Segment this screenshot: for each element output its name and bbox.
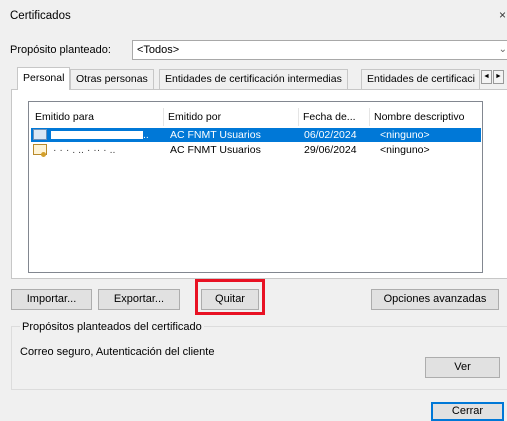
close-button[interactable]: Cerrar bbox=[431, 402, 504, 421]
column-header-friendly-name[interactable]: Nombre descriptivo bbox=[370, 108, 481, 126]
tab-personal[interactable]: Personal bbox=[17, 67, 71, 90]
table-row[interactable]: .. AC FNMT Usuarios 06/02/2024 <ninguno> bbox=[31, 128, 481, 142]
table-row[interactable]: · · · . .. · ·· · .. AC FNMT Usuarios 29… bbox=[31, 143, 481, 157]
certificate-list[interactable] bbox=[28, 101, 483, 273]
cell-date: 29/06/2024 bbox=[304, 144, 357, 156]
cell-friendly-name: <ninguno> bbox=[380, 144, 430, 156]
tab-otras-personas[interactable]: Otras personas bbox=[70, 69, 154, 89]
cell-friendly-name: <ninguno> bbox=[380, 129, 430, 141]
purpose-select-value: <Todos> bbox=[137, 44, 180, 56]
cell-issued-to: .. bbox=[143, 129, 149, 141]
export-button[interactable]: Exportar... bbox=[98, 289, 180, 310]
certificate-seal-icon bbox=[41, 152, 46, 157]
tab-scroll-right-icon[interactable]: ► bbox=[493, 70, 504, 84]
tab-entidades-intermedias[interactable]: Entidades de certificación intermedias bbox=[159, 69, 348, 89]
cell-issued-by: AC FNMT Usuarios bbox=[170, 144, 261, 156]
tab-scroll-left-icon[interactable]: ◄ bbox=[481, 70, 492, 84]
cell-date: 06/02/2024 bbox=[304, 129, 357, 141]
purpose-label: Propósito planteado: bbox=[10, 44, 111, 56]
close-icon[interactable]: × bbox=[499, 8, 506, 22]
highlight-box bbox=[195, 279, 265, 315]
window-title: Certificados bbox=[10, 10, 71, 22]
column-header-date[interactable]: Fecha de... bbox=[299, 108, 370, 126]
cell-issued-by: AC FNMT Usuarios bbox=[170, 129, 261, 141]
redacted-block bbox=[51, 131, 143, 139]
import-button[interactable]: Importar... bbox=[11, 289, 92, 310]
advanced-options-button[interactable]: Opciones avanzadas bbox=[371, 289, 499, 310]
column-header-issued-to[interactable]: Emitido para bbox=[31, 108, 164, 126]
purposes-group-legend: Propósitos planteados del certificado bbox=[20, 321, 204, 333]
purposes-group-text: Correo seguro, Autenticación del cliente bbox=[20, 346, 215, 358]
chevron-down-icon: ⌄ bbox=[498, 44, 507, 55]
purpose-select[interactable]: <Todos> ⌄ bbox=[132, 40, 507, 60]
tab-entidades-raiz[interactable]: Entidades de certificaci bbox=[361, 69, 480, 89]
cell-issued-to: · · · . .. · ·· · .. bbox=[53, 144, 116, 156]
certificate-icon bbox=[33, 129, 47, 140]
view-button[interactable]: Ver bbox=[425, 357, 500, 378]
column-header-issued-by[interactable]: Emitido por bbox=[164, 108, 299, 126]
